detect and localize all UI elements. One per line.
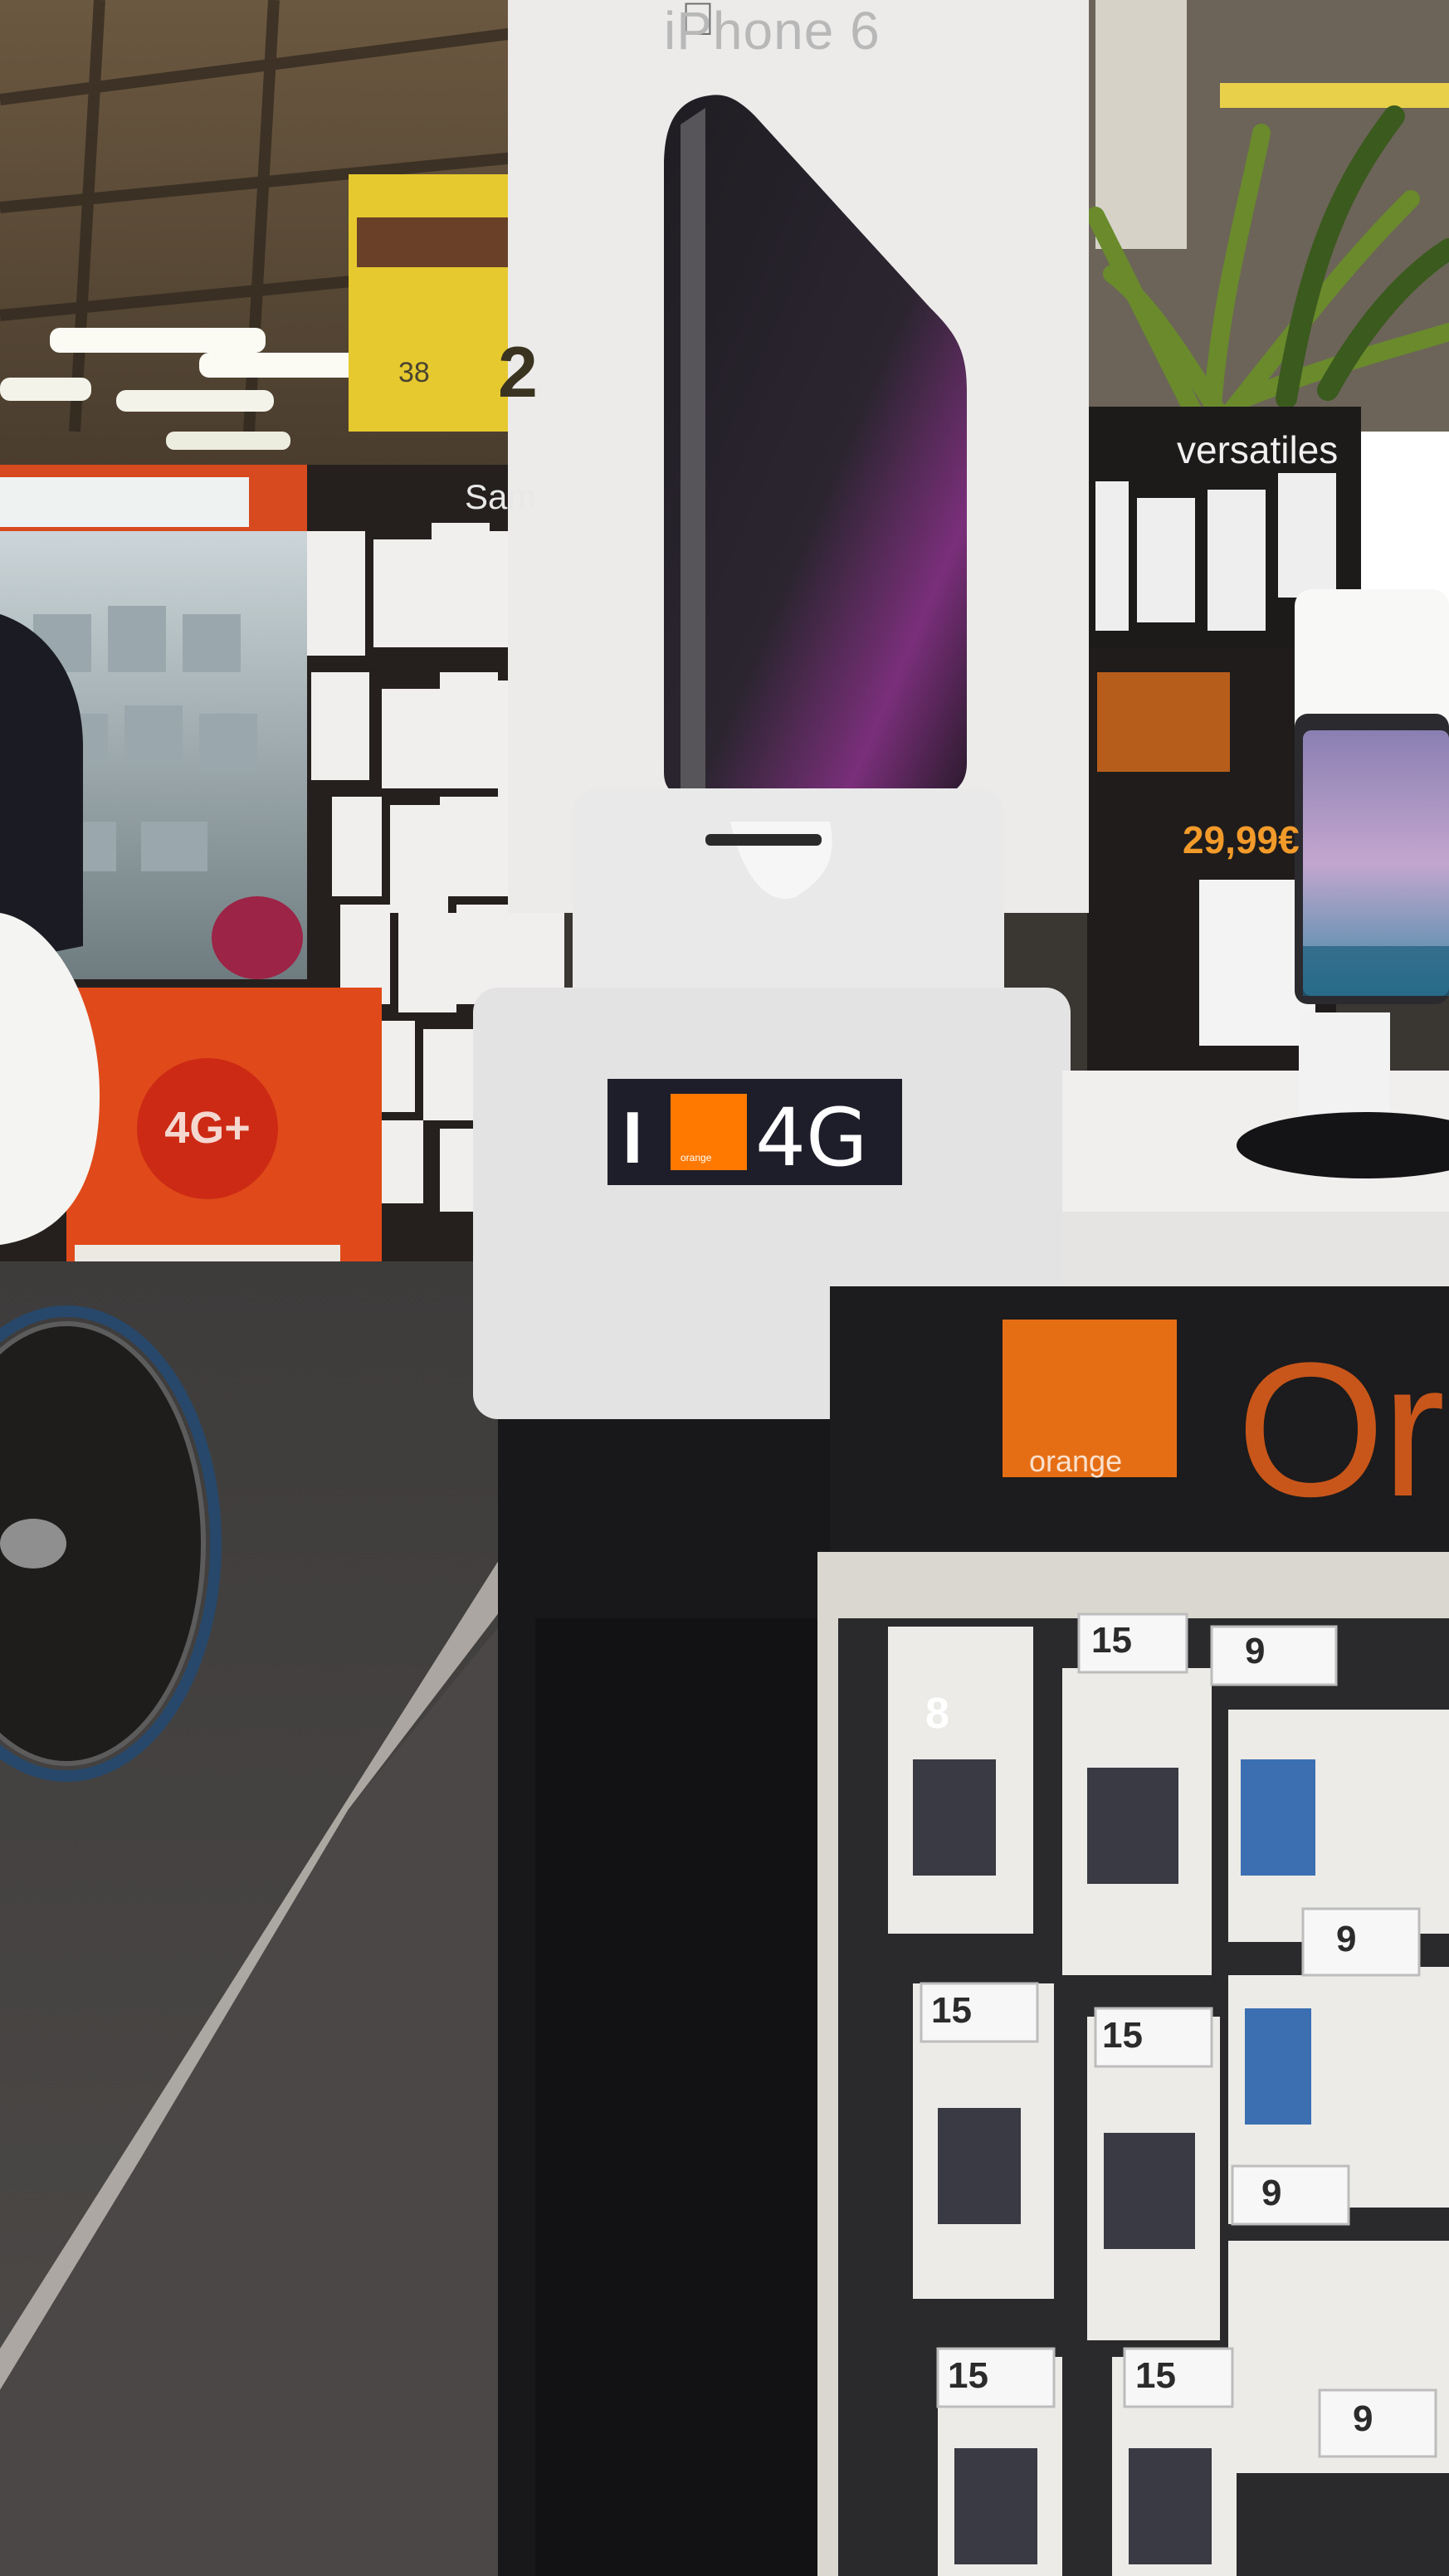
yellow-sign-large-number: 2: [498, 333, 538, 412]
price-tag: 9: [1336, 1919, 1357, 1959]
price-tag: 9: [1353, 2398, 1373, 2439]
price-tag: 15: [1102, 2015, 1143, 2056]
price-tag: 8: [925, 1690, 949, 1738]
price-tag: 9: [1261, 2173, 1282, 2213]
price-tag: 15: [1091, 1620, 1132, 1661]
price-tag: 9: [1245, 1631, 1266, 1671]
stand-logo-4g: 4G: [755, 1091, 868, 1184]
brand-sign-left: Sam: [465, 477, 537, 516]
floor-badge-4g-plus: 4G+: [164, 1103, 251, 1153]
price-tag: 15: [1135, 2355, 1176, 2396]
promo-price: 29,99€: [1183, 818, 1300, 861]
stand-logo-i: I: [622, 1096, 643, 1178]
store-scene: : [0, 0, 1449, 2576]
brand-sign-right: versatiles: [1177, 428, 1339, 471]
stand-logo-orange-caption: orange: [681, 1152, 712, 1164]
counter-orange-big-text: Or: [1237, 1323, 1445, 1536]
price-tag: 15: [948, 2355, 988, 2396]
product-box-label: iPhone 6: [664, 1, 881, 61]
counter-orange-logo-text: orange: [1029, 1444, 1123, 1478]
price-tag: 15: [931, 1990, 972, 2031]
yellow-sign-small-number: 38: [398, 357, 430, 388]
